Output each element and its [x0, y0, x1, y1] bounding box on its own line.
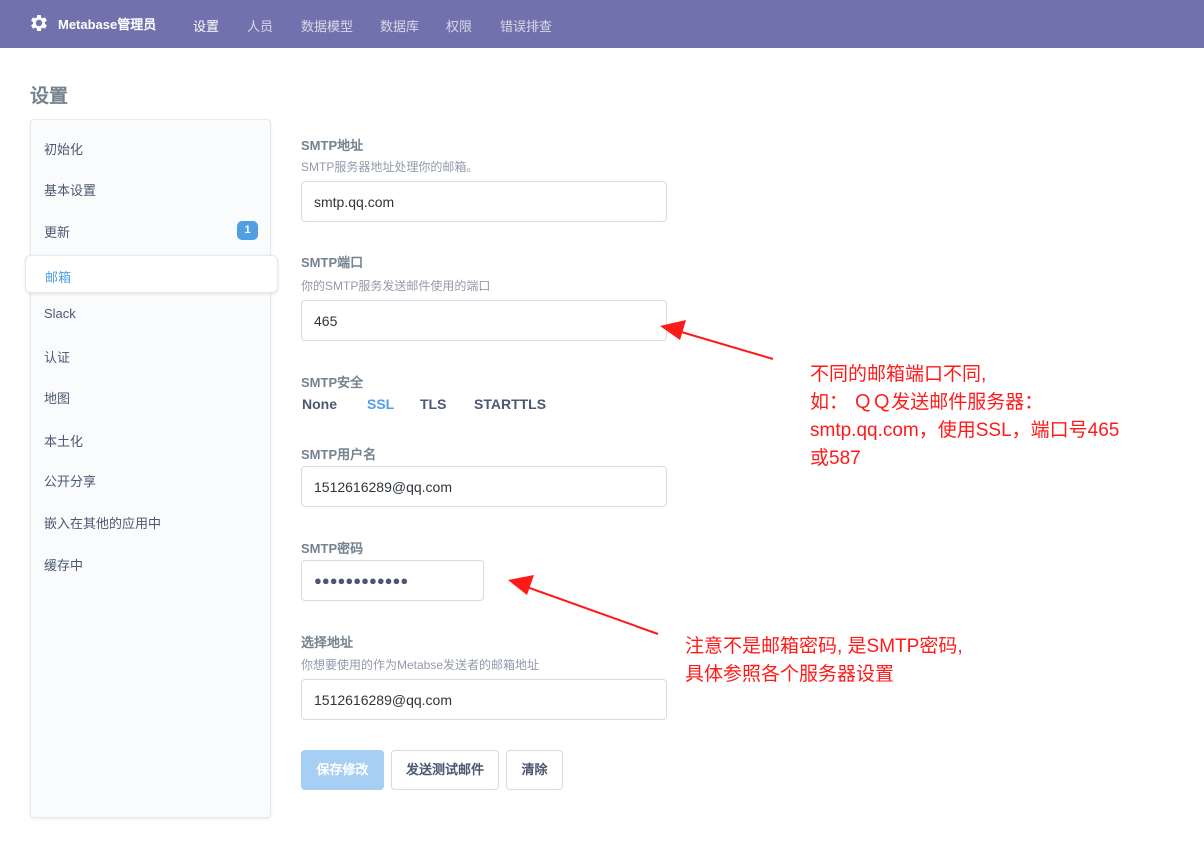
port-note-line: 不同的邮箱端口不同,	[810, 364, 987, 385]
port-arrow	[660, 320, 774, 360]
password-note-line: 注意不是邮箱密码, 是SMTP密码,	[685, 636, 963, 657]
port-note-line: 如： ＱＱ发送邮件服务器：	[810, 392, 1044, 413]
port-note-line: 或587	[810, 448, 861, 469]
password-note-line: 具体参照各个服务器设置	[685, 664, 895, 685]
password-annotation: 注意不是邮箱密码, 是SMTP密码, 具体参照各个服务器设置	[685, 633, 963, 689]
port-annotation: 不同的邮箱端口不同, 如： ＱＱ发送邮件服务器： smtp.qq.com，使用S…	[810, 361, 1119, 473]
port-note-line: smtp.qq.com，使用SSL，端口号465	[810, 420, 1120, 441]
password-arrow	[508, 575, 659, 635]
